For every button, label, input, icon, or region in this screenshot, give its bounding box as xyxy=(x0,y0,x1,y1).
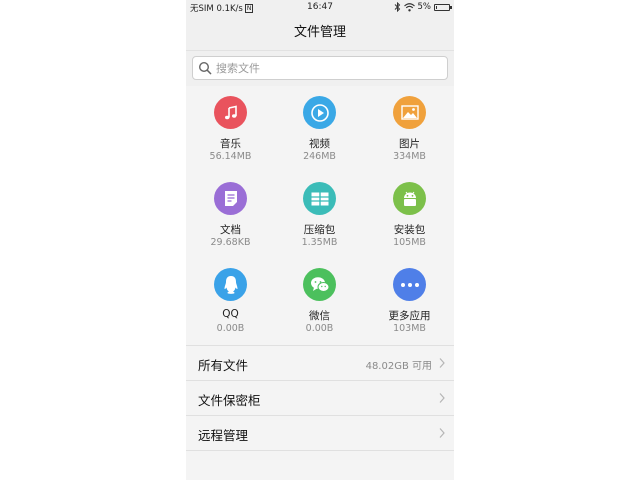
battery-level xyxy=(436,5,437,9)
category-name: 安装包 xyxy=(393,224,426,236)
category-grid: 音乐 56.14MB 视频 246MB 图片 334MB 文档 29.68KB 压缩包 1.35M… xyxy=(186,86,454,345)
category-item[interactable]: 更多应用 103MB xyxy=(365,258,454,344)
chevron-right-icon xyxy=(439,428,445,438)
status-bar: 无SIM 0.1K/s N 16:47 5% xyxy=(186,0,454,16)
list-divider xyxy=(186,450,454,451)
storage-list: 所有文件 48.02GB 可用文件保密柜远程管理 xyxy=(186,345,454,451)
picture-icon xyxy=(393,96,426,129)
phone-screen: 无SIM 0.1K/s N 16:47 5% 文件管理 搜索文件 音乐 56.1… xyxy=(186,0,454,480)
android-icon xyxy=(393,182,426,215)
bluetooth-icon xyxy=(394,2,400,12)
search-bar-area: 搜索文件 xyxy=(186,50,454,86)
battery-icon xyxy=(434,3,452,11)
category-name: 微信 xyxy=(309,310,330,322)
list-item[interactable]: 远程管理 xyxy=(186,415,454,450)
more-icon xyxy=(393,268,426,301)
category-name: 图片 xyxy=(399,138,420,150)
category-size: 334MB xyxy=(393,151,426,162)
category-item[interactable]: 图片 334MB xyxy=(365,86,454,172)
document-icon xyxy=(214,182,247,215)
category-item[interactable]: 安装包 105MB xyxy=(365,172,454,258)
search-icon xyxy=(198,61,212,75)
category-item[interactable]: 音乐 56.14MB xyxy=(186,86,275,172)
list-item-label: 文件保密柜 xyxy=(198,393,261,408)
list-item[interactable]: 文件保密柜 xyxy=(186,380,454,415)
status-right: 5% xyxy=(394,2,452,12)
category-name: 视频 xyxy=(309,138,330,150)
category-size: 0.00B xyxy=(216,323,245,334)
chevron-right-icon xyxy=(439,358,445,368)
category-item[interactable]: 压缩包 1.35MB xyxy=(275,172,364,258)
category-size: 29.68KB xyxy=(210,237,251,248)
qq-penguin-icon xyxy=(214,268,247,301)
category-size: 0.00B xyxy=(305,323,334,334)
category-item[interactable]: QQ 0.00B xyxy=(186,258,275,344)
search-placeholder: 搜索文件 xyxy=(216,62,260,75)
category-item[interactable]: 微信 0.00B xyxy=(275,258,364,344)
category-name: 更多应用 xyxy=(388,310,431,322)
category-size: 1.35MB xyxy=(301,237,338,248)
battery-percent: 5% xyxy=(417,2,432,12)
chevron-right-icon xyxy=(439,393,445,403)
list-item-label: 远程管理 xyxy=(198,428,249,443)
list-item-label: 所有文件 xyxy=(198,358,249,373)
category-size: 103MB xyxy=(393,323,426,334)
category-name: QQ xyxy=(222,308,239,320)
category-size: 56.14MB xyxy=(209,151,252,162)
search-input[interactable]: 搜索文件 xyxy=(192,56,448,80)
page-title: 文件管理 xyxy=(186,16,454,50)
list-item[interactable]: 所有文件 48.02GB 可用 xyxy=(186,345,454,380)
wifi-icon xyxy=(403,2,415,11)
category-size: 246MB xyxy=(303,151,336,162)
archive-icon xyxy=(303,182,336,215)
category-name: 压缩包 xyxy=(303,224,336,236)
category-size: 105MB xyxy=(393,237,426,248)
music-note-icon xyxy=(214,96,247,129)
wechat-icon xyxy=(303,268,336,301)
category-item[interactable]: 视频 246MB xyxy=(275,86,364,172)
category-name: 音乐 xyxy=(220,138,241,150)
play-icon xyxy=(303,96,336,129)
category-item[interactable]: 文档 29.68KB xyxy=(186,172,275,258)
list-item-value: 48.02GB 可用 xyxy=(365,361,432,372)
category-name: 文档 xyxy=(220,224,241,236)
